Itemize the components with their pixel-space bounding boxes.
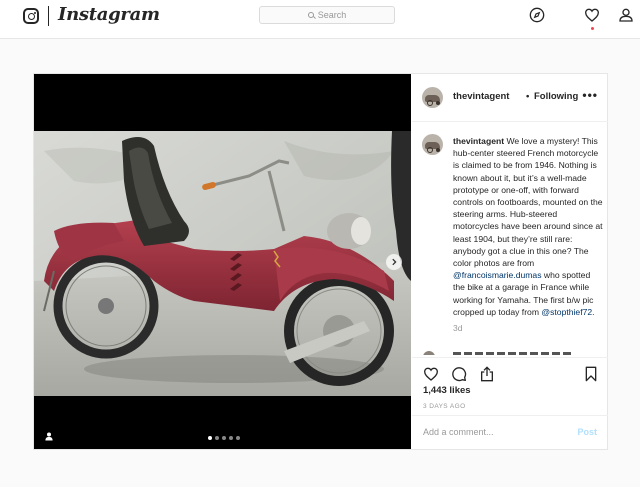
carousel-dot bbox=[208, 436, 212, 440]
carousel-dot bbox=[222, 436, 226, 440]
posted-time: 3 DAYS AGO bbox=[423, 403, 466, 410]
comment-input[interactable]: Add a comment... bbox=[423, 427, 494, 437]
search-input[interactable]: Search bbox=[259, 6, 395, 24]
post-card: thevintagent • Following ••• thevintagen… bbox=[33, 73, 608, 450]
caption-text-3: . bbox=[592, 306, 595, 317]
notification-dot bbox=[591, 27, 594, 30]
search-icon bbox=[307, 12, 314, 18]
caption-timestamp[interactable]: 3d bbox=[453, 323, 462, 333]
carousel-dot bbox=[236, 436, 240, 440]
motorcycle-photo bbox=[34, 131, 411, 396]
avatar[interactable] bbox=[422, 87, 443, 108]
user-tag-icon bbox=[45, 432, 53, 441]
tagged-user-button[interactable] bbox=[45, 428, 53, 446]
caption-text-1: We love a mystery! This hub-center steer… bbox=[453, 136, 603, 269]
post-caption: thevintagent We love a mystery! This hub… bbox=[453, 135, 603, 318]
search-placeholder: Search bbox=[317, 10, 347, 20]
follow-status[interactable]: • Following bbox=[524, 91, 578, 102]
post-comment-button[interactable]: Post bbox=[577, 427, 597, 437]
post-author[interactable]: thevintagent bbox=[453, 91, 509, 102]
post-media[interactable] bbox=[34, 74, 411, 449]
comment-bubble-icon[interactable] bbox=[451, 366, 467, 382]
instagram-glyph-icon[interactable] bbox=[23, 8, 39, 24]
caption-username[interactable]: thevintagent bbox=[453, 136, 504, 146]
compass-icon[interactable] bbox=[529, 7, 545, 23]
nav-icons bbox=[520, 0, 640, 39]
more-options-icon[interactable]: ••• bbox=[582, 88, 598, 102]
carousel-dot bbox=[215, 436, 219, 440]
like-heart-icon[interactable] bbox=[423, 366, 439, 382]
top-nav: Instagram Search bbox=[0, 0, 640, 39]
chevron-right-icon bbox=[392, 258, 397, 266]
following-label[interactable]: Following bbox=[534, 91, 578, 102]
next-comment-peek bbox=[423, 350, 603, 355]
carousel-indicator bbox=[208, 436, 240, 440]
instagram-wordmark[interactable]: Instagram bbox=[58, 4, 160, 25]
mention-link-stopthief[interactable]: @stopthief72 bbox=[541, 307, 592, 317]
comment-bar: Add a comment... Post bbox=[412, 415, 608, 450]
carousel-dot bbox=[229, 436, 233, 440]
heart-icon[interactable] bbox=[584, 7, 600, 23]
share-icon[interactable] bbox=[479, 366, 495, 382]
author-username[interactable]: thevintagent bbox=[453, 91, 509, 102]
nav-divider bbox=[48, 6, 49, 26]
likes-count[interactable]: 1,443 likes bbox=[423, 385, 471, 396]
user-icon[interactable] bbox=[618, 7, 634, 23]
separator-dot: • bbox=[526, 91, 530, 102]
post-sidebar: thevintagent • Following ••• thevintagen… bbox=[412, 74, 608, 449]
bookmark-icon[interactable] bbox=[584, 366, 598, 382]
caption-avatar[interactable] bbox=[422, 134, 443, 155]
post-actions: 1,443 likes 3 DAYS AGO Add a comment... … bbox=[412, 357, 608, 449]
post-header: thevintagent • Following ••• bbox=[412, 74, 608, 122]
mention-link-francoismarie[interactable]: @francoismarie.dumas bbox=[453, 270, 542, 280]
next-slide-button[interactable] bbox=[386, 254, 402, 270]
